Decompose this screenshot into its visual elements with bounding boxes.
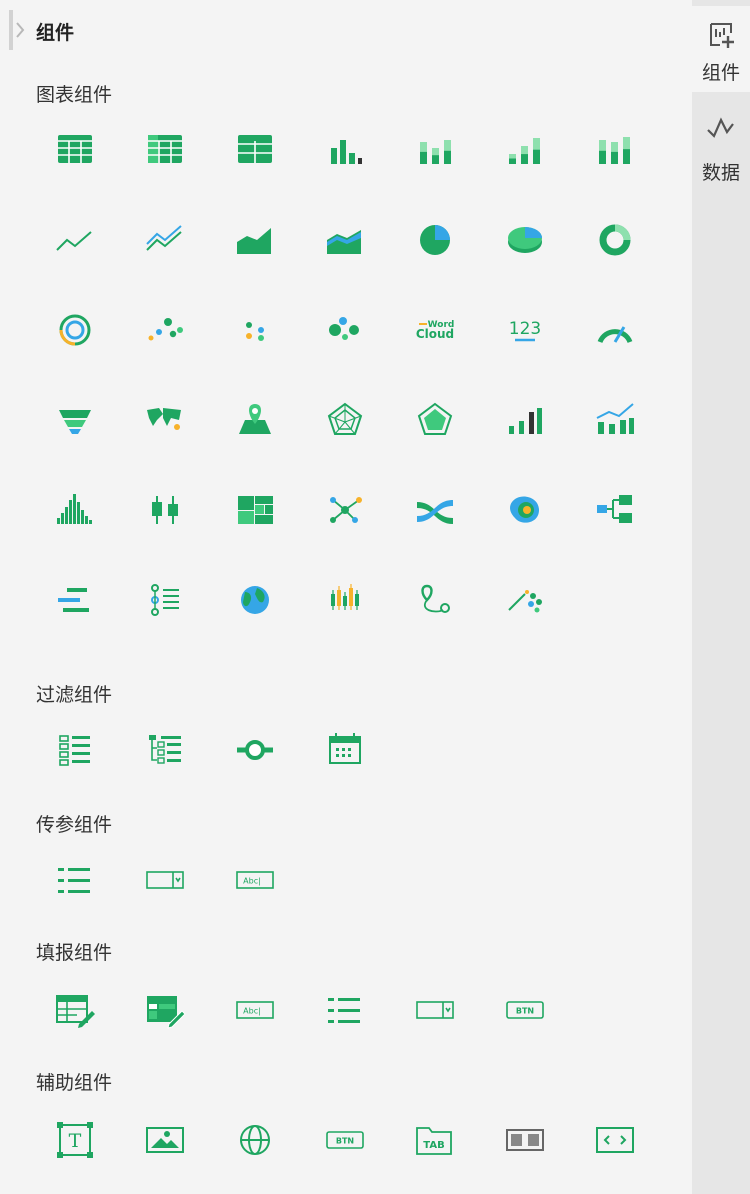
- stacked-area-chart-icon[interactable]: [315, 210, 375, 270]
- rail-tab-components[interactable]: 组件: [692, 6, 750, 92]
- web-icon[interactable]: [225, 1110, 285, 1170]
- section-title: 填报组件: [36, 942, 113, 964]
- sankey-icon[interactable]: [405, 480, 465, 540]
- word-cloud-icon[interactable]: Word Cloud: [405, 300, 465, 360]
- component-add-icon: [710, 23, 734, 48]
- fill-text-input-icon[interactable]: Abc|: [225, 980, 285, 1040]
- param-dropdown-icon[interactable]: [135, 850, 195, 910]
- fill-button-icon[interactable]: BTN: [495, 980, 555, 1040]
- multi-line-chart-icon[interactable]: [135, 210, 195, 270]
- components-panel: 组件 图表组件 Word Cloud 123 过滤组件传参组件 Abc| 填报组件 Abc| B…: [0, 0, 692, 1194]
- freestyle-table-icon[interactable]: [225, 120, 285, 180]
- fill-table-icon[interactable]: [45, 980, 105, 1040]
- rail-tab-data[interactable]: 数据: [692, 104, 750, 190]
- expand-handle[interactable]: [9, 10, 27, 50]
- filled-radar-chart-icon[interactable]: [405, 390, 465, 450]
- map-pin-icon[interactable]: [225, 390, 285, 450]
- fill-dropdown-icon[interactable]: [405, 980, 465, 1040]
- combo-chart-icon[interactable]: [585, 390, 645, 450]
- rail-tab-label: 组件: [702, 62, 741, 84]
- slider-filter-icon[interactable]: [225, 720, 285, 780]
- 3d-pie-chart-icon[interactable]: [495, 210, 555, 270]
- cross-table-icon[interactable]: [135, 120, 195, 180]
- embed-code-icon[interactable]: [585, 1110, 645, 1170]
- chevron-right-icon: [9, 10, 25, 50]
- stacked-bar-chart-icon[interactable]: [405, 120, 465, 180]
- funnel-chart-icon[interactable]: [45, 390, 105, 450]
- gauge-chart-icon[interactable]: [585, 300, 645, 360]
- section-title: 过滤组件: [36, 684, 113, 706]
- section-title: 图表组件: [36, 84, 113, 106]
- svg-text:Abc|: Abc|: [243, 877, 261, 886]
- tab-container-icon[interactable]: TAB: [405, 1110, 465, 1170]
- smart-chart-icon[interactable]: [495, 570, 555, 630]
- svg-text:BTN: BTN: [336, 1137, 354, 1146]
- multi-ring-chart-icon[interactable]: [45, 300, 105, 360]
- area-chart-icon[interactable]: [225, 210, 285, 270]
- svg-text:TAB: TAB: [423, 1140, 444, 1151]
- section-title: 传参组件: [36, 814, 113, 836]
- svg-text:Cloud: Cloud: [416, 327, 454, 341]
- param-text-input-icon[interactable]: Abc|: [225, 850, 285, 910]
- rail-tab-label: 数据: [702, 162, 741, 184]
- pie-chart-icon[interactable]: [405, 210, 465, 270]
- donut-chart-icon[interactable]: [585, 210, 645, 270]
- section-title: 辅助组件: [36, 1072, 113, 1094]
- bubble-chart-icon[interactable]: [315, 300, 375, 360]
- text-box-icon[interactable]: T: [45, 1110, 105, 1170]
- right-rail: 组件 数据: [692, 0, 750, 1194]
- bar-chart-icon[interactable]: [315, 120, 375, 180]
- route-map-icon[interactable]: [405, 570, 465, 630]
- list-detail-icon[interactable]: [135, 570, 195, 630]
- world-map-icon[interactable]: [135, 390, 195, 450]
- 3d-stacked-bar-chart-icon[interactable]: [585, 120, 645, 180]
- fill-list-icon[interactable]: [315, 980, 375, 1040]
- tree-filter-icon[interactable]: [135, 720, 195, 780]
- svg-text:BTN: BTN: [516, 1007, 534, 1016]
- rising-bar-chart-icon[interactable]: [495, 390, 555, 450]
- globe-icon[interactable]: [225, 570, 285, 630]
- svg-text:123: 123: [509, 319, 541, 339]
- date-filter-icon[interactable]: [315, 720, 375, 780]
- svg-text:Abc|: Abc|: [243, 1007, 261, 1016]
- param-list-icon[interactable]: [45, 850, 105, 910]
- svg-text:T: T: [69, 1130, 82, 1152]
- fill-free-table-icon[interactable]: [135, 980, 195, 1040]
- button-icon[interactable]: BTN: [315, 1110, 375, 1170]
- image-icon[interactable]: [135, 1110, 195, 1170]
- number-card-icon[interactable]: 123: [495, 300, 555, 360]
- box-plot-icon[interactable]: [135, 480, 195, 540]
- tree-chart-icon[interactable]: [585, 480, 645, 540]
- list-filter-icon[interactable]: [45, 720, 105, 780]
- gantt-chart-icon[interactable]: [45, 570, 105, 630]
- dot-chart-icon[interactable]: [225, 300, 285, 360]
- heatmap-icon[interactable]: [495, 480, 555, 540]
- scatter-chart-icon[interactable]: [135, 300, 195, 360]
- candlestick-chart-icon[interactable]: [315, 570, 375, 630]
- data-line-icon: [707, 117, 734, 138]
- 3d-bar-chart-icon[interactable]: [495, 120, 555, 180]
- histogram-icon[interactable]: [45, 480, 105, 540]
- blank-container-icon[interactable]: [495, 1110, 555, 1170]
- grid-table-icon[interactable]: [45, 120, 105, 180]
- radar-chart-icon[interactable]: [315, 390, 375, 450]
- panel-title: 组件: [36, 22, 75, 44]
- line-chart-icon[interactable]: [45, 210, 105, 270]
- treemap-icon[interactable]: [225, 480, 285, 540]
- network-graph-icon[interactable]: [315, 480, 375, 540]
